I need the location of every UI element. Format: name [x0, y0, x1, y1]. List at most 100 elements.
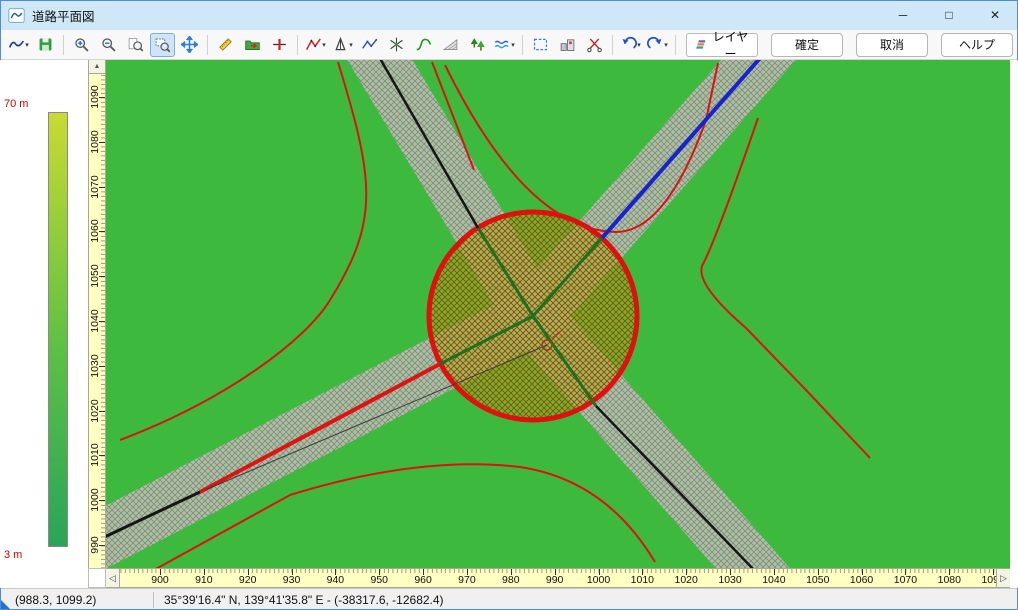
station-icon [332, 36, 349, 53]
ruler-left-button[interactable]: ◁ [106, 569, 120, 587]
planting-button[interactable] [465, 33, 490, 57]
elevation-legend: 70 m 3 m [0, 60, 88, 588]
vertical-ruler[interactable]: ▲ 10901080107010601050104010301020101010… [88, 60, 106, 568]
zoom-fit-button[interactable] [123, 33, 148, 57]
ruler-label: 980 [502, 574, 520, 586]
align-red-icon [305, 36, 322, 53]
toolbar-groups: ▾ ▾ ▾ ▾ ▾ ▾ [5, 33, 671, 57]
select-region-button[interactable] [528, 33, 553, 57]
trim-button[interactable] [582, 33, 607, 57]
help-button[interactable]: ヘルプ [941, 33, 1013, 57]
geo-coordinates: 35°39'16.4" N, 139°41'35.8" E - (-38317.… [154, 593, 1018, 607]
ruler-label: 950 [370, 574, 388, 586]
status-grip-icon [0, 599, 11, 610]
structure-icon [559, 36, 576, 53]
pan-icon [181, 36, 198, 53]
ruler-label: 1030 [89, 350, 101, 382]
ruler-label: 1070 [894, 574, 917, 586]
ruler-label: 990 [89, 529, 101, 561]
close-button[interactable]: ✕ [972, 0, 1018, 30]
map-canvas[interactable] [106, 60, 1010, 568]
map-canvas-wrap [106, 60, 1010, 568]
trees-icon [469, 36, 486, 53]
dropdown-arrow-icon: ▾ [511, 41, 515, 49]
confirm-button[interactable]: 確定 [771, 33, 843, 57]
window-controls: ─ □ ✕ [880, 0, 1018, 30]
zoom-in-button[interactable] [69, 33, 94, 57]
statusbar: (988.3, 1099.2) 35°39'16.4" N, 139°41'35… [0, 588, 1018, 610]
app-icon [8, 7, 25, 24]
select-region-icon [532, 36, 549, 53]
ruler-label: 1040 [762, 574, 785, 586]
ruler-corner-box [88, 568, 106, 588]
ruler-label: 1020 [675, 574, 698, 586]
slope-icon [442, 36, 459, 53]
cancel-button[interactable]: 取消 [856, 33, 928, 57]
intersection-button[interactable] [384, 33, 409, 57]
ruler-label: 910 [195, 574, 213, 586]
toolbar: ▾ ▾ ▾ ▾ ▾ ▾ レイヤー 確定 取消 ヘルプ [0, 30, 1018, 60]
curve-button[interactable] [411, 33, 436, 57]
undo-button[interactable]: ▾ [618, 33, 643, 57]
layers-icon [695, 36, 708, 53]
toolbar-separator [612, 35, 613, 55]
ruler-label: 1090 [89, 81, 101, 113]
ruler-label: 1050 [89, 260, 101, 292]
dropdown-arrow-icon: ▾ [25, 41, 29, 49]
measure-button[interactable] [213, 33, 238, 57]
horizontal-ruler[interactable]: ◁ ▷ 900910920930940950960970980990100010… [106, 568, 1010, 588]
ruler-label: 1050 [806, 574, 829, 586]
pan-button[interactable] [177, 33, 202, 57]
vertex-button[interactable] [357, 33, 382, 57]
ruler-label: 1080 [938, 574, 961, 586]
toolbar-separator [63, 35, 64, 55]
dropdown-arrow-icon: ▾ [664, 41, 668, 49]
zoom-out-button[interactable] [96, 33, 121, 57]
dropdown-arrow-icon: ▾ [637, 41, 641, 49]
alignment-button[interactable]: ▾ [303, 33, 328, 57]
app-window: { "titlebar": { "title": "道路平面図", "minim… [0, 0, 1018, 610]
undo-icon [620, 36, 637, 53]
ruler-up-button[interactable]: ▲ [89, 60, 105, 74]
ruler-label: 970 [458, 574, 476, 586]
ruler-label: 990 [546, 574, 564, 586]
dropdown-arrow-icon: ▾ [322, 41, 326, 49]
save-icon [37, 36, 54, 53]
dropdown-arrow-icon: ▾ [349, 41, 353, 49]
import-road-button[interactable] [240, 33, 265, 57]
ruler-label: 1010 [89, 439, 101, 471]
water-button[interactable]: ▾ [492, 33, 517, 57]
import-road-icon [244, 36, 261, 53]
slope-button[interactable] [438, 33, 463, 57]
maximize-button[interactable]: □ [926, 0, 972, 30]
curve-icon [415, 36, 432, 53]
minimize-button[interactable]: ─ [880, 0, 926, 30]
ruler-right-button[interactable]: ▷ [996, 569, 1010, 587]
section-icon [271, 36, 288, 53]
measure-icon [217, 36, 234, 53]
main-area: 70 m 3 m ▲ 1090 1080 1070 1060 1050 1040 1030 1… [0, 60, 1018, 588]
intersection-icon [388, 36, 405, 53]
zoom-window-icon [154, 36, 171, 53]
save-button[interactable] [33, 33, 58, 57]
window-title: 道路平面図 [32, 6, 95, 25]
zoom-window-button[interactable] [150, 33, 175, 57]
ruler-label: 1060 [89, 215, 101, 247]
ruler-label: 960 [414, 574, 432, 586]
toolbar-actions: 確定 取消 ヘルプ [758, 33, 1013, 57]
plan-view-menu-button[interactable]: ▾ [6, 33, 31, 57]
structure-button[interactable] [555, 33, 580, 57]
ruler-label: 920 [239, 574, 257, 586]
ruler-label: 1000 [587, 574, 610, 586]
redo-button[interactable]: ▾ [645, 33, 670, 57]
toolbar-separator [522, 35, 523, 55]
ruler-label: 940 [327, 574, 345, 586]
legend-max-label: 70 m [4, 98, 28, 110]
ruler-label: 1030 [718, 574, 741, 586]
redo-icon [647, 36, 664, 53]
layer-button[interactable]: レイヤー [686, 33, 758, 57]
titlebar: 道路平面図 ─ □ ✕ [0, 0, 1018, 30]
station-button[interactable]: ▾ [330, 33, 355, 57]
toolbar-separator [675, 35, 676, 55]
cross-section-button[interactable] [267, 33, 292, 57]
